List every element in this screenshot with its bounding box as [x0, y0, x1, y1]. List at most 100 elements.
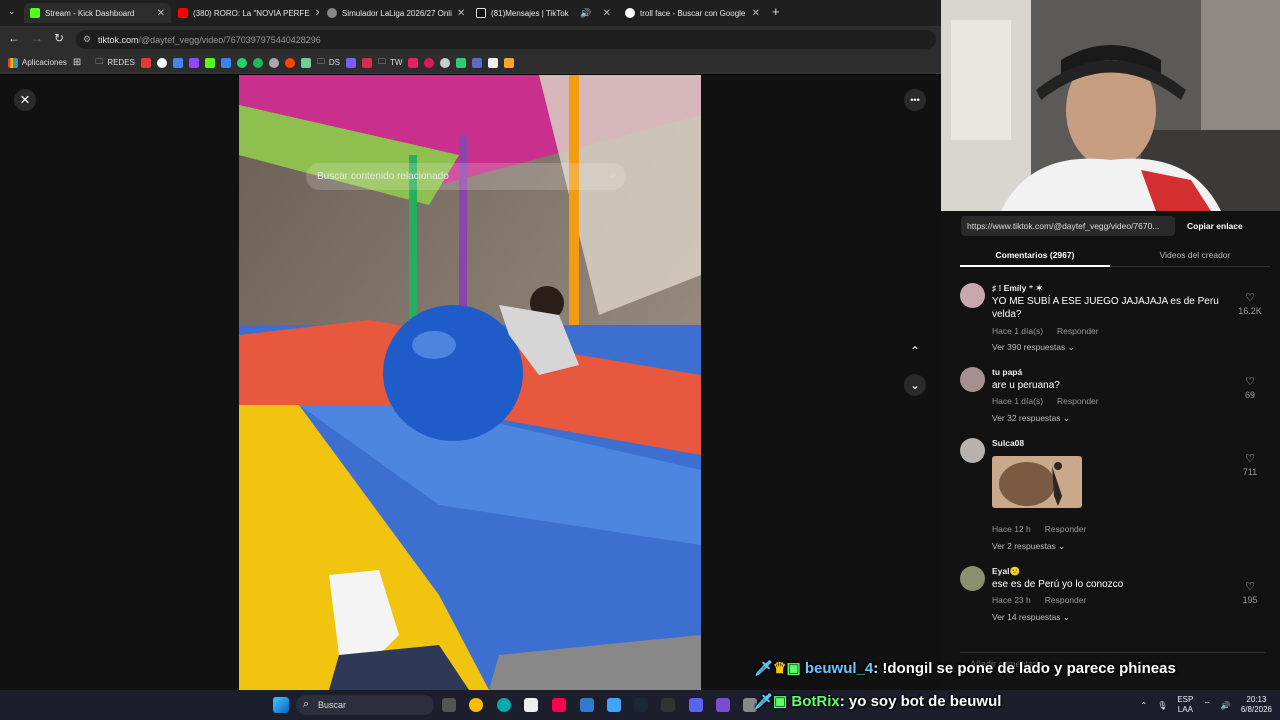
related-search-input[interactable]: Buscar contenido relacionado ⌕ [306, 163, 626, 190]
close-tab-icon[interactable]: ✕ [752, 8, 760, 19]
forward-icon[interactable]: → [31, 31, 43, 45]
view-replies-button[interactable]: Ver 32 respuestas ⌄ [992, 413, 1070, 424]
address-bar[interactable]: ⚙ tiktok.com/@daytef_vegg/video/76703979… [76, 30, 936, 49]
app-icon[interactable] [580, 698, 594, 712]
folder-icon: 🗀 [316, 56, 325, 66]
close-tab-icon[interactable]: ✕ [315, 8, 319, 19]
store-icon[interactable] [607, 698, 621, 712]
bookmark-circle-icon[interactable] [424, 57, 435, 68]
bookmark-blue-icon[interactable] [472, 57, 483, 68]
like-button[interactable]: ♡ 69 [1235, 375, 1265, 400]
bookmark-purple-icon[interactable] [346, 57, 356, 68]
chrome-icon[interactable] [469, 698, 483, 712]
tiktok-icon[interactable] [552, 698, 566, 712]
bookmark-apps[interactable]: Aplicaciones [8, 57, 67, 68]
heart-icon: ♡ [1245, 292, 1255, 304]
avatar[interactable] [960, 566, 985, 591]
bookmark-google-icon[interactable] [156, 57, 167, 68]
bookmark-drive-icon[interactable] [220, 57, 231, 68]
avatar[interactable] [960, 283, 985, 308]
clock[interactable]: 20:13 6/8/2026 [1241, 695, 1272, 715]
reply-button[interactable]: Responder [1045, 524, 1087, 534]
terminal-icon[interactable] [661, 698, 675, 712]
bookmark-whatsapp-icon[interactable] [236, 57, 247, 68]
bookmark-app-icon[interactable] [300, 57, 311, 68]
microphone-icon[interactable]: 🎙 [1157, 701, 1167, 710]
language-indicator[interactable]: ESP LAA [1177, 695, 1193, 715]
tab-comments[interactable]: Comentarios (2967) [960, 250, 1110, 260]
tab-creator-videos[interactable]: Videos del creador [1120, 250, 1270, 260]
site-info-icon[interactable]: ⚙ [83, 34, 91, 45]
capcut-icon[interactable] [524, 698, 538, 712]
tab-google[interactable]: troll face - Buscar con Google ✕ [619, 3, 766, 23]
bookmark-spotify-icon[interactable] [252, 57, 263, 68]
edge-icon[interactable] [497, 698, 511, 712]
bookmark-orange-icon[interactable] [504, 57, 515, 68]
reply-button[interactable]: Responder [1045, 595, 1087, 605]
tab-youtube[interactable]: (380) RORO: La "NOVIA PERFE ✕ [172, 3, 319, 23]
discord-icon[interactable] [689, 698, 703, 712]
back-icon[interactable]: ← [8, 31, 20, 45]
reload-icon[interactable]: ↻ [54, 31, 64, 45]
new-tab-button[interactable]: + [772, 4, 780, 19]
comment-username[interactable]: tu papá [992, 367, 1022, 377]
reply-button[interactable]: Responder [1057, 326, 1099, 336]
bookmark-kick-icon[interactable] [204, 57, 215, 68]
comment-item: tu papá are u peruana? Hace 1 día(s) Res… [960, 367, 1265, 427]
comment-username[interactable]: Sulca08 [992, 438, 1024, 448]
speaker-icon[interactable]: 🔊 [580, 8, 591, 19]
comment-username[interactable]: Eyal🙂 [992, 566, 1020, 577]
comment-image[interactable] [992, 456, 1082, 508]
taskbar-search[interactable]: ⌕ Buscar [296, 695, 434, 715]
bookmark-youtube-icon[interactable] [140, 57, 151, 68]
like-button[interactable]: ♡ 16.2K [1235, 291, 1265, 316]
like-button[interactable]: ♡ 195 [1235, 580, 1265, 605]
close-tab-icon[interactable]: ✕ [457, 8, 465, 19]
bookmark-translate-icon[interactable] [172, 57, 183, 68]
lang-layout: LAA [1177, 705, 1193, 714]
bookmark-white-icon[interactable] [488, 57, 499, 68]
tray-chevron-icon[interactable]: ⌃ [1140, 701, 1147, 710]
close-tab-icon[interactable]: ✕ [157, 8, 165, 19]
share-link-field[interactable]: https://www.tiktok.com/@daytef_vegg/vide… [961, 216, 1175, 236]
close-icon[interactable]: × [14, 89, 36, 111]
reply-button[interactable]: Responder [1057, 396, 1099, 406]
view-replies-button[interactable]: Ver 2 respuestas ⌄ [992, 541, 1065, 552]
more-options-icon[interactable]: ••• [904, 89, 926, 111]
like-button[interactable]: ♡ 711 [1235, 452, 1265, 477]
taskbar: ⌕ Buscar ⌃ 🎙 ESP LAA ⌔ 🔊 20:13 6/8/2026 [0, 690, 1280, 720]
tab-laliga[interactable]: Simulador LaLiga 2026/27 Onli ✕ [321, 3, 468, 23]
tab-list-chevron-icon[interactable]: ⌄ [8, 6, 16, 17]
bookmark-label: TW [390, 58, 403, 67]
wifi-icon[interactable]: ⌔ [1203, 700, 1211, 710]
bookmark-pink-icon[interactable] [408, 57, 419, 68]
bookmark-reddit-icon[interactable] [284, 57, 295, 68]
copy-link-button[interactable]: Copiar enlace [1181, 221, 1243, 231]
bookmark-folder-ds[interactable]: 🗀 DS [317, 56, 340, 70]
bookmark-misc-icon[interactable] [268, 57, 279, 68]
view-replies-button[interactable]: Ver 14 respuestas ⌄ [992, 612, 1070, 623]
grid-icon[interactable]: ⊞ [73, 57, 81, 68]
previous-video-icon[interactable]: ⌃ [904, 340, 926, 362]
bookmark-red-icon[interactable] [362, 57, 372, 68]
windows-start-icon[interactable] [273, 697, 289, 713]
tab-tiktok[interactable]: (81)Mensajes | TikTok 🔊 ✕ [470, 3, 617, 23]
volume-icon[interactable]: 🔊 [1221, 701, 1231, 710]
avatar[interactable] [960, 438, 985, 463]
task-view-icon[interactable] [442, 698, 456, 712]
next-video-icon[interactable]: ⌄ [904, 374, 926, 396]
laliga-favicon-icon [327, 8, 337, 18]
view-replies-button[interactable]: Ver 390 respuestas ⌄ [992, 342, 1075, 353]
avatar[interactable] [960, 367, 985, 392]
bookmark-twitch-icon[interactable] [188, 57, 199, 68]
close-tab-icon[interactable]: ✕ [603, 8, 611, 19]
apps-icon[interactable] [716, 698, 730, 712]
bookmark-folder-tw[interactable]: 🗀 TW [378, 56, 402, 70]
comment-username[interactable]: ♯ ⁝ Emily ⁺ ✶ [992, 283, 1043, 294]
steam-icon[interactable] [634, 698, 648, 712]
bookmark-green-icon[interactable] [456, 57, 467, 68]
tab-kick-dashboard[interactable]: Stream - Kick Dashboard ✕ [24, 3, 171, 23]
bookmark-folder-redes[interactable]: 🗀 REDES [95, 56, 135, 70]
bookmark-gear-icon[interactable] [440, 57, 451, 68]
search-icon[interactable]: ⌕ [610, 169, 616, 182]
